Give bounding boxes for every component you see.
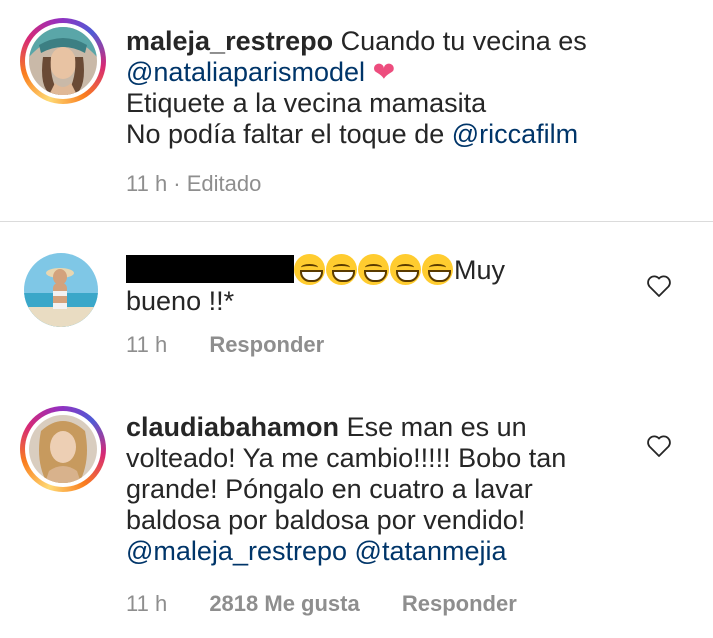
avatar (29, 27, 97, 95)
mention-link[interactable]: @riccafilm (452, 119, 578, 149)
comment-meta: 11 h 2818 Me gusta Responder (126, 591, 553, 617)
caption-line-2: @nataliaparismodel ❤ (126, 57, 587, 88)
comment-text-part-1: Ese man es un (346, 412, 527, 442)
comment-line-3: grande! Póngalo en cuatro a lavar (126, 474, 533, 504)
comment-timestamp: 11 h (126, 332, 168, 357)
comment-username[interactable]: claudiabahamon (126, 412, 339, 442)
comment-text: Muy bueno !!* (126, 254, 505, 317)
reply-button[interactable]: Responder (402, 591, 517, 616)
laughing-emoji-icon (326, 254, 357, 285)
caption-avatar-border (25, 23, 101, 99)
heart-emoji: ❤ (372, 57, 396, 87)
laughing-emoji-icon (422, 254, 453, 285)
reply-button[interactable]: Responder (209, 332, 324, 357)
comment-avatar-image (24, 253, 98, 327)
laughing-emoji-icon (390, 254, 421, 285)
comment-avatar-ring[interactable] (20, 406, 106, 492)
redacted-username (126, 255, 294, 283)
caption-line-4-prefix: No podía faltar el toque de (126, 119, 445, 149)
mention-link[interactable]: @tatanmejia (355, 536, 507, 566)
comment-line-5: @maleja_restrepo @tatanmejia (126, 536, 566, 567)
laughing-emoji-icon (358, 254, 389, 285)
comment-line-1: claudiabahamon Ese man es un (126, 412, 566, 443)
comment-timestamp: 11 h (126, 591, 168, 616)
comment-meta: 11 h Responder (126, 332, 360, 358)
caption-row: maleja_restrepo Cuando tu vecina es @nat… (0, 0, 713, 221)
heart-like-icon[interactable] (646, 434, 672, 458)
caption-text: maleja_restrepo Cuando tu vecina es @nat… (126, 26, 587, 150)
caption-timestamp: 11 h · Editado (126, 171, 262, 196)
caption-avatar-image (29, 27, 97, 95)
comment-line-2: bueno !!* (126, 286, 235, 316)
caption-line-1: maleja_restrepo Cuando tu vecina es (126, 26, 587, 57)
caption-avatar-ring[interactable] (20, 18, 106, 104)
avatar (29, 415, 97, 483)
comment-avatar-border (25, 411, 101, 487)
comment-text: claudiabahamon Ese man es un volteado! Y… (126, 412, 566, 567)
caption-line-3: Etiquete a la vecina mamasita (126, 88, 487, 118)
heart-like-icon[interactable] (646, 274, 672, 298)
comment-avatar-image (29, 415, 97, 483)
comment-line-2: volteado! Ya me cambio!!!!! Bobo tan (126, 443, 567, 473)
mention-link[interactable]: @nataliaparismodel (126, 57, 365, 87)
comment-row: claudiabahamon Ese man es un volteado! Y… (0, 372, 713, 638)
caption-username[interactable]: maleja_restrepo (126, 26, 333, 56)
caption-meta: 11 h · Editado (126, 171, 297, 197)
avatar[interactable] (24, 253, 98, 327)
comment-text-part-1: Muy (454, 255, 506, 285)
caption-text-part-1: Cuando tu vecina es (340, 26, 587, 56)
comment-line-1: Muy (126, 254, 505, 286)
comment-row: Muy bueno !!* 11 h Responder (0, 222, 713, 372)
caption-line-4: No podía faltar el toque de @riccafilm (126, 119, 587, 150)
mention-link[interactable]: @maleja_restrepo (126, 536, 347, 566)
likes-count-button[interactable]: 2818 Me gusta (209, 591, 359, 616)
comment-line-4: baldosa por baldosa por vendido! (126, 505, 526, 535)
laughing-emoji-icon (294, 254, 325, 285)
